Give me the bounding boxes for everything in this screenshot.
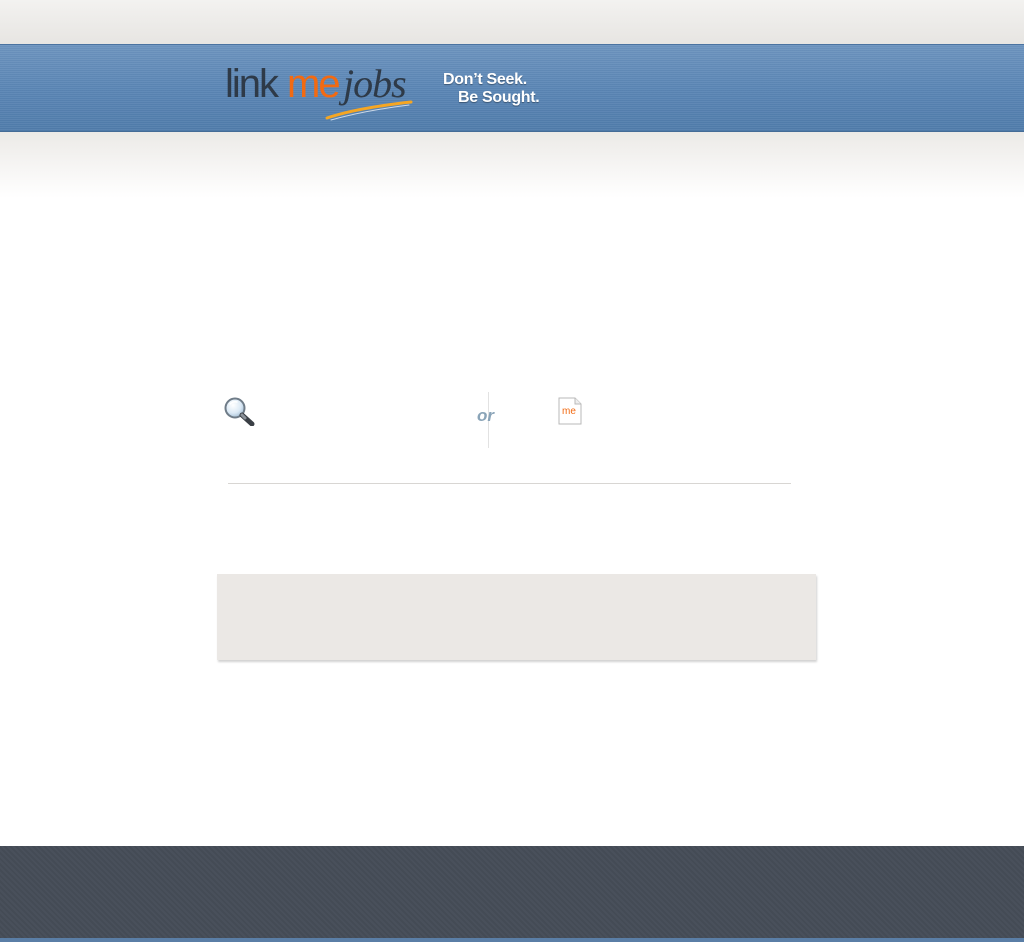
logo-word-link: link	[225, 62, 279, 106]
magnifying-glass-icon[interactable]	[223, 396, 255, 426]
header-shadow-fade	[0, 132, 1024, 198]
tagline-line-2: Be Sought.	[458, 89, 540, 106]
me-document-icon[interactable]: me	[558, 397, 582, 425]
or-separator: or	[477, 406, 494, 425]
footer-accent-bar	[0, 938, 1024, 942]
content-panel	[217, 574, 816, 660]
me-icon-label: me	[562, 406, 576, 417]
linkmejobs-logo[interactable]: link me jobs	[225, 56, 415, 122]
footer	[0, 846, 1024, 942]
tagline: Don’t Seek. Be Sought.	[443, 71, 583, 115]
top-strip	[0, 0, 1024, 44]
horizontal-divider	[228, 483, 791, 484]
logo-swoosh-icon	[325, 100, 413, 121]
tagline-line-1: Don’t Seek.	[443, 71, 527, 88]
page: link me jobs Don’t Seek. Be Sought. or m…	[0, 0, 1024, 942]
